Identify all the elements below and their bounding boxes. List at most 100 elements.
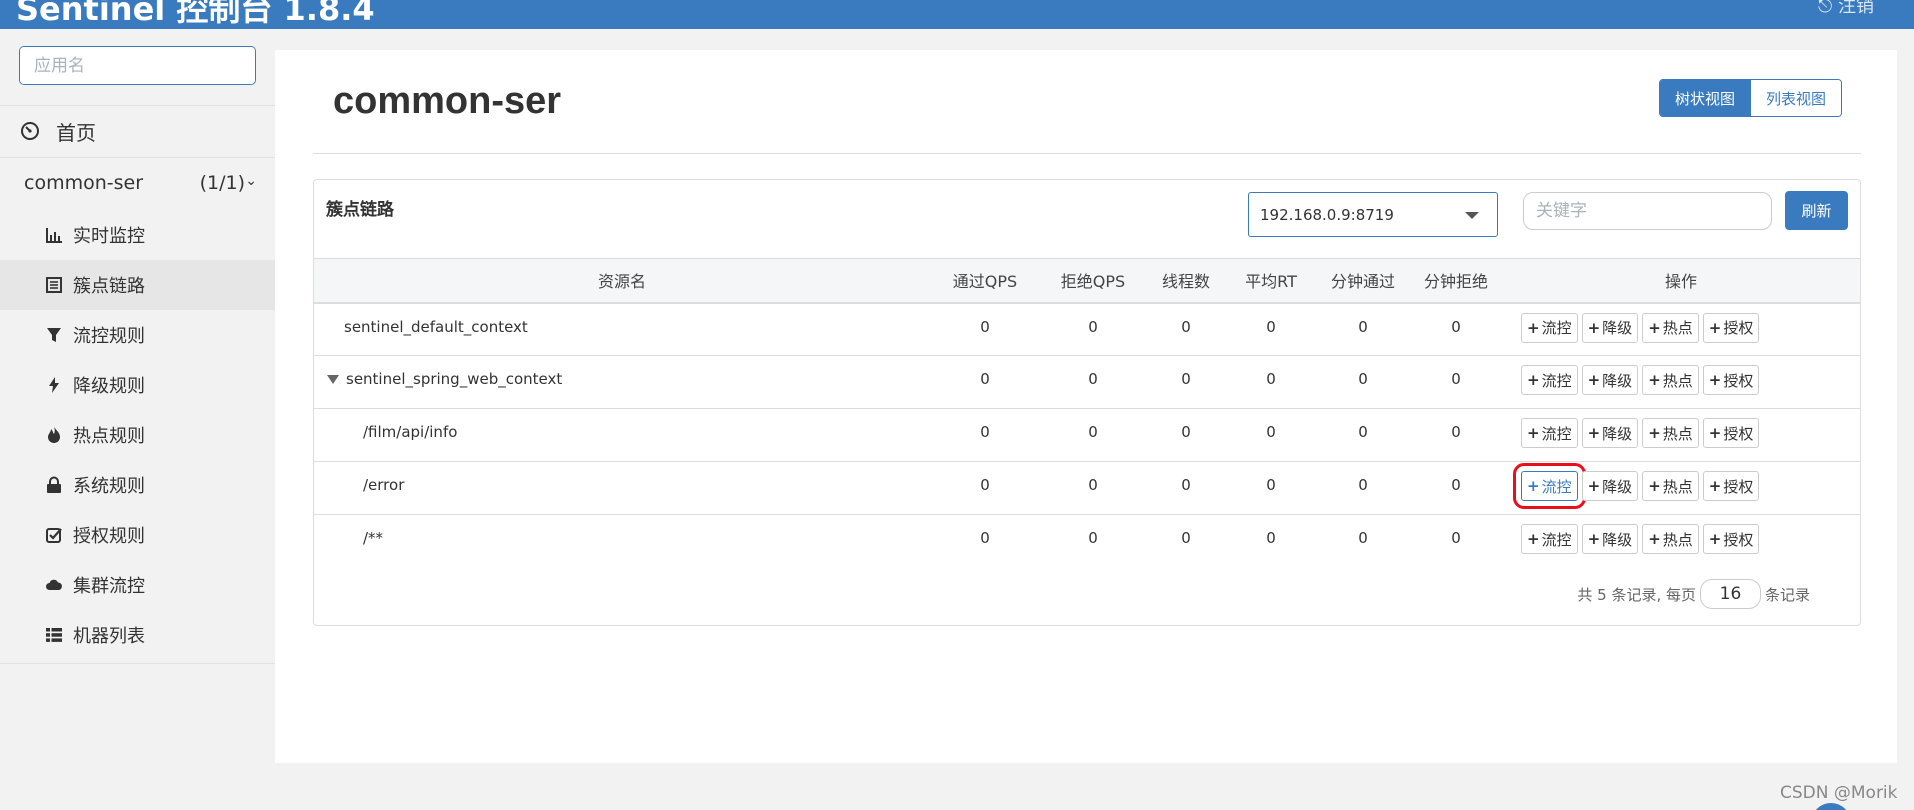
plus-icon: + — [1587, 530, 1601, 548]
metric-cell-threads: 0 — [1146, 302, 1226, 356]
authority-button[interactable]: + 授权 — [1702, 471, 1760, 501]
metric-cell-avg-rt: 0 — [1226, 461, 1316, 515]
metric-cell-threads: 0 — [1146, 408, 1226, 462]
watermark: CSDN @Morik — [1780, 783, 1898, 803]
action-buttons: + 流控 + 降级 + 热点 + 授权 — [1502, 524, 1860, 554]
app-search-input[interactable] — [20, 47, 255, 84]
flow-control-button[interactable]: + 流控 — [1521, 312, 1578, 343]
pagination-suffix: 条记录 — [1764, 585, 1810, 604]
metric-cell-min-pass: 0 — [1316, 461, 1410, 515]
main-content: common-ser 树状视图 列表视图 簇点链路 192.168.0.9:87… — [275, 50, 1897, 763]
action-label: 流控 — [1541, 424, 1572, 443]
sidebar-item-hotspot-rules[interactable]: 热点规则 — [0, 410, 275, 460]
keyword-input[interactable] — [1523, 192, 1772, 230]
flow-control-button[interactable]: + 流控 — [1521, 365, 1578, 395]
actions-cell: + 流控 + 降级 + 热点 + 授权 — [1502, 408, 1860, 462]
column-header: 分钟通过 — [1316, 258, 1410, 304]
metric-cell-min-pass: 0 — [1316, 355, 1410, 409]
plus-icon: + — [1648, 424, 1661, 442]
page-size-input[interactable] — [1699, 579, 1761, 609]
degrade-button[interactable]: + 降级 — [1581, 365, 1639, 395]
action-label: 授权 — [1723, 424, 1754, 443]
action-label: 授权 — [1723, 477, 1754, 496]
sidebar: 搜索 首页 common-ser (1/1) ⌄ 实时监控 簇点链路 — [0, 29, 275, 810]
scroll-top-button[interactable] — [1811, 803, 1851, 810]
resource-name-cell: /film/api/info — [314, 408, 930, 462]
nav-home-label: 首页 — [56, 120, 96, 145]
bar-chart-icon — [46, 228, 62, 243]
actions-cell: + 流控 + 降级 + 热点 + 授权 — [1502, 515, 1860, 568]
sidebar-item-authority-rules[interactable]: 授权规则 — [0, 510, 275, 560]
authority-button[interactable]: + 授权 — [1702, 365, 1760, 395]
degrade-button[interactable]: + 降级 — [1581, 524, 1639, 554]
degrade-button[interactable]: + 降级 — [1581, 418, 1639, 448]
metric-cell-min-pass: 0 — [1316, 408, 1410, 462]
sidebar-item-realtime-monitor[interactable]: 实时监控 — [0, 210, 275, 260]
action-label: 流控 — [1541, 371, 1572, 390]
column-header: 操作 — [1502, 258, 1860, 304]
sidebar-item-system-rules[interactable]: 系统规则 — [0, 460, 275, 510]
hotspot-button[interactable]: + 热点 — [1642, 471, 1699, 501]
column-header: 通过QPS — [930, 258, 1040, 304]
list-view-button[interactable]: 列表视图 — [1750, 80, 1842, 116]
page-title: common-ser — [333, 80, 562, 122]
degrade-button[interactable]: + 降级 — [1581, 312, 1639, 343]
metric-cell-pass-qps: 0 — [930, 302, 1040, 356]
hotspot-button[interactable]: + 热点 — [1642, 524, 1699, 554]
logout-link[interactable]: ⎋ 注销 — [1818, 0, 1874, 18]
sidebar-item-cluster-flow[interactable]: 集群流控 — [0, 560, 275, 610]
plus-icon: + — [1587, 424, 1601, 442]
action-label: 热点 — [1662, 371, 1693, 390]
sidebar-item-flow-rules[interactable]: 流控规则 — [0, 310, 275, 360]
authority-button[interactable]: + 授权 — [1702, 312, 1760, 343]
pagination: 共 5 条记录, 每页 条记录 — [1577, 579, 1810, 609]
plus-icon: + — [1527, 318, 1540, 337]
metric-cell-min-block: 0 — [1410, 461, 1502, 515]
flow-control-button[interactable]: + 流控 — [1521, 524, 1578, 554]
nav-home[interactable]: 首页 — [0, 105, 275, 157]
action-label: 降级 — [1602, 319, 1633, 337]
plus-icon: + — [1587, 371, 1601, 389]
sidebar-item-label: 热点规则 — [73, 426, 145, 447]
app-menu-common-ser[interactable]: common-ser (1/1) ⌄ — [0, 157, 275, 209]
authority-button[interactable]: + 授权 — [1702, 524, 1760, 554]
action-buttons: + 流控 + 降级 + 热点 + 授权 — [1502, 418, 1860, 448]
resource-name: /** — [363, 529, 384, 547]
column-header: 分钟拒绝 — [1410, 258, 1502, 304]
top-navbar: Sentinel 控制台 1.8.4 ⎋ 注销 — [0, 0, 1914, 29]
sidebar-item-label: 降级规则 — [73, 376, 145, 397]
plus-icon: + — [1527, 477, 1540, 495]
sidebar-item-cluster-link[interactable]: 簇点链路 — [0, 260, 275, 310]
degrade-button[interactable]: + 降级 — [1581, 471, 1639, 501]
hotspot-button[interactable]: + 热点 — [1642, 365, 1699, 395]
plus-icon: + — [1527, 530, 1540, 548]
metric-cell-pass-qps: 0 — [930, 355, 1040, 409]
flow-control-button[interactable]: + 流控 — [1521, 418, 1578, 448]
expand-toggle-icon[interactable] — [327, 374, 339, 384]
resource-name-cell: sentinel_spring_web_context — [314, 355, 930, 409]
filter-icon — [47, 328, 61, 342]
table-row: /film/api/info 0 0 0 0 0 0 + 流控 + 降级 + 热点 + 授权 — [314, 408, 1860, 462]
authority-button[interactable]: + 授权 — [1702, 418, 1760, 448]
tree-view-button[interactable]: 树状视图 — [1660, 80, 1751, 116]
sidebar-item-machine-list[interactable]: 机器列表 — [0, 610, 275, 660]
plus-icon: + — [1587, 477, 1601, 495]
caret-down-icon — [1465, 212, 1479, 219]
plus-icon: + — [1708, 371, 1722, 389]
metric-cell-block-qps: 0 — [1040, 408, 1146, 462]
machine-select-value: 192.168.0.9:8719 — [1260, 205, 1394, 224]
actions-cell: + 流控 + 降级 + 热点 + 授权 — [1502, 302, 1860, 356]
column-header: 资源名 — [314, 258, 930, 304]
hotspot-button[interactable]: + 热点 — [1642, 312, 1699, 343]
machine-select[interactable]: 192.168.0.9:8719 — [1248, 192, 1498, 237]
flow-control-button[interactable]: + 流控 — [1513, 463, 1586, 509]
logout-icon: ⎋ — [1818, 0, 1833, 17]
sidebar-item-degrade-rules[interactable]: 降级规则 — [0, 360, 275, 410]
refresh-button[interactable]: 刷新 — [1785, 191, 1848, 230]
table-header-row: 资源名 通过QPS 拒绝QPS 线程数 平均RT 分钟通过 分钟拒绝 操作 — [314, 258, 1860, 304]
plus-icon: + — [1708, 318, 1722, 337]
action-label: 流控 — [1541, 530, 1572, 549]
metric-cell-pass-qps: 0 — [980, 529, 990, 547]
metric-cell-block-qps: 0 — [1040, 461, 1146, 515]
hotspot-button[interactable]: + 热点 — [1642, 418, 1699, 448]
